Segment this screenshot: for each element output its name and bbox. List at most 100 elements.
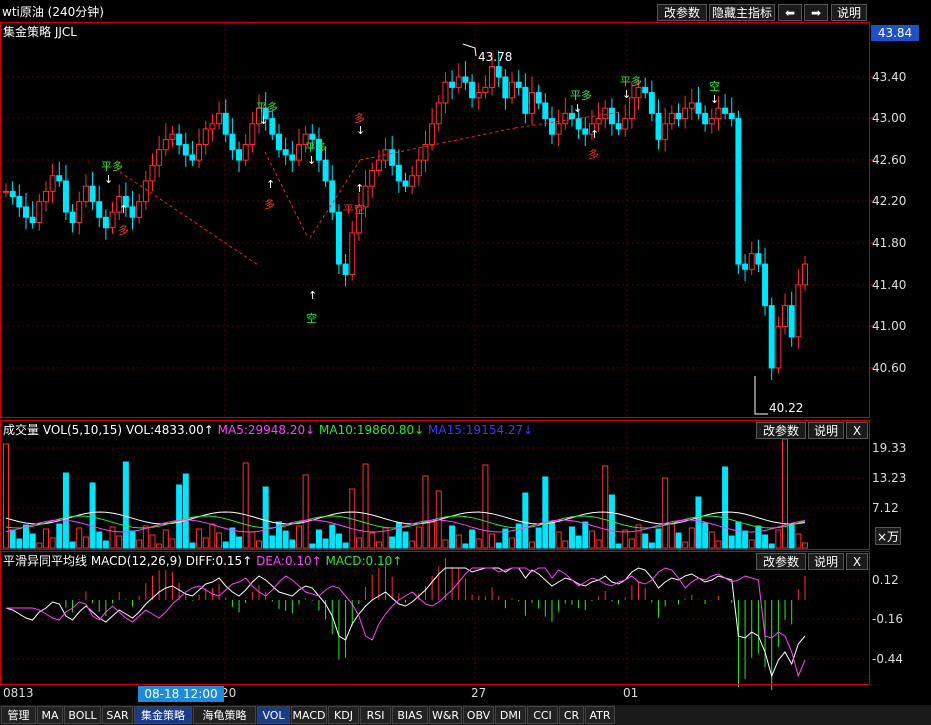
- y-tick: 40.60: [872, 361, 907, 375]
- macd-y-tick: 0.12: [872, 573, 899, 587]
- candle-body: [442, 81, 449, 104]
- tab-obv[interactable]: OBV: [463, 706, 494, 724]
- candle-body: [475, 92, 482, 99]
- tab-turtle-strategy[interactable]: 海龟策略: [193, 706, 256, 724]
- tab-vol[interactable]: VOL: [257, 706, 290, 724]
- macd-close-icon[interactable]: X: [846, 553, 868, 570]
- volume-ma15: MA15:19154.27↓: [428, 423, 534, 437]
- candle-body: [435, 102, 442, 125]
- signal-close-long: 平多: [256, 101, 278, 114]
- candle-body: [176, 133, 183, 146]
- candle-body: [282, 149, 289, 156]
- candle-body: [575, 118, 582, 130]
- y-tick: 41.40: [872, 278, 907, 292]
- tab-dmi[interactable]: DMI: [495, 706, 526, 724]
- volume-value: VOL:4833.00↑: [125, 423, 214, 437]
- volume-panel[interactable]: [0, 420, 870, 550]
- candle-body: [728, 112, 735, 120]
- candle-body: [722, 107, 729, 114]
- candle-body: [402, 180, 409, 187]
- candle-body: [515, 81, 522, 88]
- candle-body: [595, 118, 602, 125]
- candle-body: [655, 112, 662, 140]
- candle-body: [509, 81, 516, 99]
- tab-ma[interactable]: MA: [37, 706, 63, 724]
- candle-body: [295, 144, 302, 161]
- arrow-down-icon: ↓: [573, 102, 583, 115]
- candle-body: [269, 118, 276, 135]
- tab-sar[interactable]: SAR: [102, 706, 133, 724]
- macd-help-button[interactable]: 说明: [808, 553, 844, 570]
- volume-change-params-button[interactable]: 改参数: [756, 422, 806, 439]
- tab-jijin-strategy[interactable]: 集金策略: [134, 706, 192, 724]
- x-axis-label: 01: [623, 686, 639, 700]
- tab-cr[interactable]: CR: [559, 706, 584, 724]
- candle-body: [322, 159, 329, 182]
- x-axis-label: 0813: [3, 686, 34, 700]
- arrow-up-icon: ↑: [590, 128, 600, 141]
- candle-body: [196, 144, 203, 161]
- signal-close-short: 平空: [343, 203, 365, 216]
- candle-body: [415, 159, 422, 177]
- candle-body: [668, 112, 675, 125]
- tab-wr[interactable]: W&R: [429, 706, 462, 724]
- y-tick: 41.00: [872, 319, 907, 333]
- tab-bias[interactable]: BIAS: [392, 706, 428, 724]
- candle-body: [129, 206, 136, 218]
- signal-short: 空: [306, 312, 317, 325]
- candle-body: [775, 325, 782, 369]
- candle-body: [695, 102, 702, 114]
- macd-y-tick: -0.16: [872, 612, 904, 626]
- arrow-up-icon: ↑: [355, 182, 365, 195]
- tab-boll[interactable]: BOLL: [64, 706, 101, 724]
- arrow-down-icon: ↓: [259, 114, 269, 127]
- volume-y-tick: 19.33: [872, 441, 907, 455]
- candle-body: [242, 144, 249, 161]
- candle-body: [36, 201, 43, 223]
- candle-body: [169, 133, 176, 140]
- candle-body: [748, 253, 755, 270]
- high-leader-line: [462, 43, 477, 57]
- cursor-time-label: 08-18 12:00: [138, 686, 224, 702]
- candle-body: [76, 201, 83, 223]
- volume-help-button[interactable]: 说明: [808, 422, 844, 439]
- tab-manage[interactable]: 管理: [1, 706, 36, 724]
- tab-macd[interactable]: MACD: [291, 706, 327, 724]
- candle-body: [715, 107, 722, 120]
- y-tick: 43.40: [872, 70, 907, 84]
- candle-body: [529, 92, 536, 114]
- signal-long: 多: [588, 148, 599, 161]
- arrow-down-icon: ↓: [356, 124, 366, 137]
- candle-body: [682, 107, 689, 120]
- candle-body: [502, 76, 509, 99]
- candle-body: [489, 66, 496, 88]
- signal-close-long: 平多: [305, 141, 327, 154]
- candle-body: [162, 138, 169, 151]
- candle-body: [608, 107, 615, 125]
- candle-body: [548, 118, 555, 135]
- macd-panel[interactable]: [0, 551, 870, 685]
- strategy-trend-lines: [119, 111, 621, 266]
- candle-body: [189, 154, 196, 161]
- volume-close-icon[interactable]: X: [846, 422, 868, 439]
- tab-kdj[interactable]: KDJ: [328, 706, 359, 724]
- candle-body: [149, 164, 156, 182]
- candle-body: [495, 66, 502, 78]
- candle-body: [455, 76, 462, 88]
- candle-body: [335, 211, 342, 265]
- candle-body: [82, 185, 89, 203]
- arrow-down-icon: ↓: [307, 154, 317, 167]
- macd-change-params-button[interactable]: 改参数: [756, 553, 806, 570]
- candle-body: [755, 253, 762, 265]
- volume-unit-button[interactable]: ×万: [875, 527, 901, 545]
- candle-body: [662, 123, 669, 140]
- candle-body: [62, 180, 69, 213]
- macd-diff: DIFF:0.15↑: [185, 554, 253, 568]
- candle-body: [562, 112, 569, 125]
- tab-cci[interactable]: CCI: [527, 706, 558, 724]
- macd-header: 平滑异同平均线 MACD(12,26,9) DIFF:0.15↑ DEA:0.1…: [3, 552, 402, 570]
- candle-body: [582, 128, 589, 135]
- tab-atr[interactable]: ATR: [585, 706, 615, 724]
- y-tick: 42.60: [872, 153, 907, 167]
- tab-rsi[interactable]: RSI: [360, 706, 391, 724]
